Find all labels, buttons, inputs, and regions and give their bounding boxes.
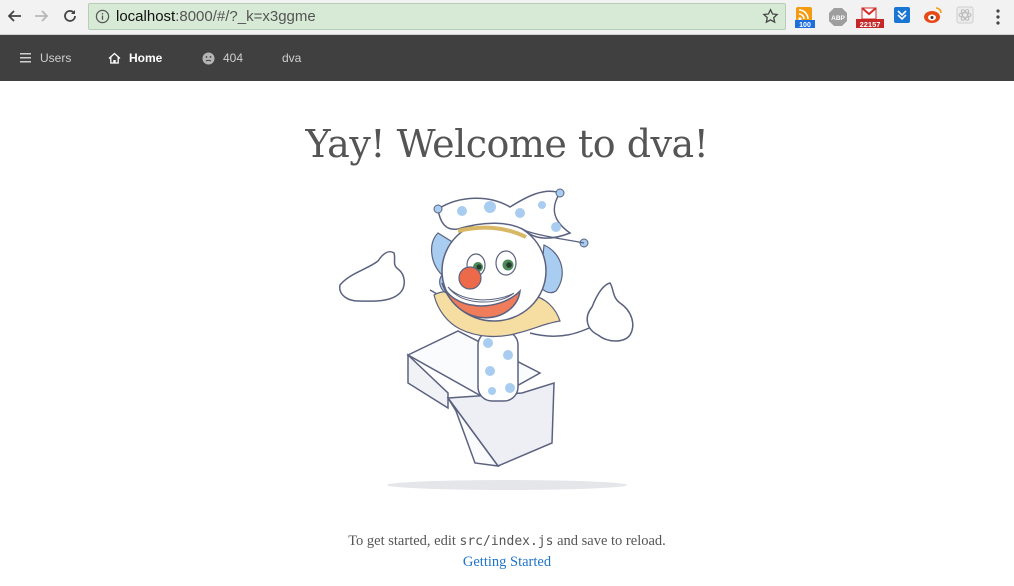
- gmail-checker-icon[interactable]: 22157: [856, 6, 884, 29]
- menu-item-users[interactable]: Users: [18, 35, 71, 81]
- menu-item-label: 404: [223, 51, 244, 65]
- reload-button[interactable]: [59, 5, 81, 27]
- react-devtools-icon[interactable]: [956, 6, 976, 28]
- menu-item-home[interactable]: Home: [107, 35, 162, 81]
- arrow-left-icon: [7, 10, 21, 22]
- info-icon[interactable]: [95, 9, 110, 29]
- footer-text-pre: To get started, edit: [348, 533, 460, 549]
- forward-button[interactable]: [30, 5, 52, 27]
- pocket-download-icon[interactable]: [893, 6, 913, 28]
- menu-item-label: Home: [129, 51, 163, 65]
- menu-item-label: dva: [282, 51, 302, 65]
- menu-item-label: Users: [40, 51, 72, 65]
- address-bar[interactable]: localhost:8000/#/?_k=x3ggme: [88, 3, 786, 30]
- address-url[interactable]: localhost:8000/#/?_k=x3ggme: [116, 8, 316, 25]
- arrow-right-icon: [35, 10, 49, 22]
- getting-started-row: Getting Started: [0, 554, 1014, 571]
- more-vert-icon: [996, 9, 1000, 25]
- weibo-icon[interactable]: [923, 6, 943, 28]
- bars-icon: [18, 51, 32, 65]
- getting-started-instructions: To get started, edit src/index.js and sa…: [0, 533, 1014, 550]
- clown-in-box-illustration: [339, 188, 634, 490]
- browser-toolbar: localhost:8000/#/?_k=x3ggme 100 ABP 2215…: [0, 0, 1014, 35]
- welcome-title: Yay! Welcome to dva!: [305, 122, 709, 166]
- reload-icon: [64, 10, 76, 22]
- bookmark-star-icon[interactable]: [762, 8, 779, 30]
- adblock-plus-icon[interactable]: ABP: [828, 6, 848, 28]
- back-button[interactable]: [4, 5, 26, 27]
- gmail-badge: 22157: [860, 20, 881, 29]
- abp-label: ABP: [831, 15, 845, 22]
- footer-text-post: and save to reload.: [553, 533, 666, 549]
- footer-code: src/index.js: [459, 534, 554, 549]
- rss-badge: 100: [799, 22, 811, 28]
- menu-item-dva[interactable]: dva: [282, 35, 301, 81]
- frown-icon: [201, 51, 215, 65]
- home-icon: [107, 51, 121, 65]
- app-header-menu: Users Home 404 dva: [0, 35, 1014, 81]
- browser-menu-button[interactable]: [990, 8, 1006, 26]
- getting-started-link[interactable]: Getting Started: [463, 554, 551, 570]
- rss-extension-icon[interactable]: 100: [795, 6, 815, 29]
- menu-item-404[interactable]: 404: [201, 35, 243, 81]
